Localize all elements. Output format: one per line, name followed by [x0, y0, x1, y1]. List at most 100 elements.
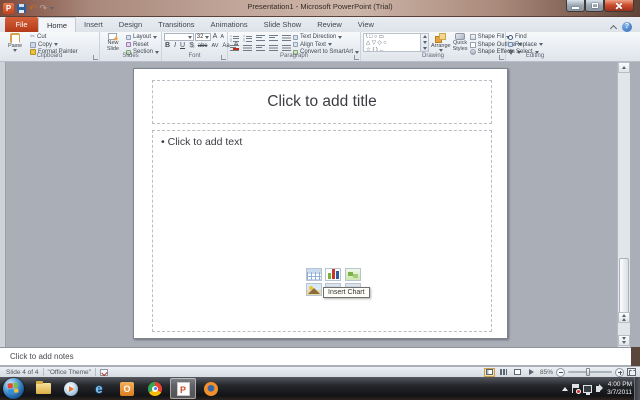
insert-chart-icon[interactable]	[325, 268, 342, 281]
system-tray: 4:00 PM 3/7/2011	[562, 378, 632, 399]
align-text-button[interactable]: Align Text	[293, 42, 359, 49]
bullets-icon[interactable]	[230, 35, 239, 42]
italic-button[interactable]: I	[173, 42, 177, 50]
slides-pane-collapsed[interactable]	[0, 62, 6, 347]
font-dialog-launcher-icon[interactable]	[221, 55, 226, 60]
shrink-font-button[interactable]: A	[219, 33, 225, 41]
notes-pane[interactable]: Click to add notes	[0, 347, 631, 366]
slide-sorter-view-button[interactable]	[498, 368, 509, 377]
align-right-icon[interactable]	[256, 45, 265, 52]
align-center-icon[interactable]	[243, 45, 252, 52]
text-direction-button[interactable]: Text Direction	[293, 34, 359, 41]
start-button[interactable]	[3, 378, 24, 399]
paste-button[interactable]: Paste	[2, 33, 28, 52]
font-size-combo[interactable]: 32	[194, 33, 211, 41]
paragraph-dialog-launcher-icon[interactable]	[354, 55, 359, 60]
scroll-up-button[interactable]	[618, 62, 630, 73]
taskbar-outlook-button[interactable]: O	[114, 378, 140, 399]
increase-indent-icon[interactable]	[269, 35, 278, 42]
zoom-slider[interactable]	[568, 368, 612, 376]
bold-button[interactable]: B	[164, 42, 171, 50]
taskbar-explorer-button[interactable]	[30, 378, 56, 399]
restore-icon	[591, 3, 598, 8]
minimize-button[interactable]	[566, 0, 585, 12]
volume-icon[interactable]	[596, 384, 604, 392]
replace-label: Replace	[515, 41, 538, 48]
help-icon[interactable]: ?	[622, 22, 632, 32]
strikethrough-button[interactable]: abc	[197, 42, 209, 50]
justify-icon[interactable]	[269, 45, 278, 52]
font-name-combo[interactable]	[164, 33, 194, 41]
vertical-scrollbar[interactable]	[617, 62, 630, 347]
next-slide-icon-2	[622, 341, 626, 344]
insert-table-icon[interactable]	[306, 268, 322, 281]
slide-sorter-icon	[499, 369, 507, 375]
previous-slide-button[interactable]	[618, 312, 630, 323]
numbering-icon[interactable]	[243, 35, 252, 42]
clipboard-dialog-launcher-icon[interactable]	[93, 55, 98, 60]
tab-transitions[interactable]: Transitions	[150, 17, 202, 32]
next-slide-button[interactable]	[618, 335, 630, 346]
cut-button[interactable]: ✂ Cut	[30, 34, 78, 41]
minimize-ribbon-icon[interactable]	[610, 25, 617, 30]
arrange-button[interactable]: Arrange	[431, 33, 451, 52]
taskbar-media-player-button[interactable]	[58, 378, 84, 399]
taskbar-powerpoint-button[interactable]: P	[170, 378, 196, 399]
insert-smartart-icon[interactable]	[344, 268, 361, 281]
bullet-glyph: •	[161, 136, 165, 148]
tab-design[interactable]: Design	[111, 17, 150, 32]
tab-slide-show[interactable]: Slide Show	[256, 17, 310, 32]
content-placeholder[interactable]: • Click to add text Insert Chart	[152, 130, 492, 332]
taskbar-firefox-button[interactable]	[198, 378, 224, 399]
columns-icon[interactable]	[282, 45, 291, 52]
show-hidden-icons-button[interactable]	[562, 386, 569, 391]
find-button[interactable]: Find	[508, 34, 543, 41]
slide-show-button[interactable]	[526, 368, 537, 377]
tab-animations[interactable]: Animations	[203, 17, 256, 32]
close-button[interactable]	[604, 0, 634, 12]
normal-view-button[interactable]	[483, 367, 495, 377]
show-desktop-button[interactable]	[634, 377, 640, 400]
decrease-indent-icon[interactable]	[256, 35, 265, 42]
grow-font-button[interactable]: A	[212, 33, 219, 41]
gallery-more-icon[interactable]	[422, 46, 427, 50]
copy-button[interactable]: Copy	[30, 42, 78, 49]
network-icon[interactable]	[583, 384, 593, 395]
gallery-down-icon[interactable]	[422, 40, 427, 44]
gallery-up-icon[interactable]	[422, 35, 427, 39]
fit-to-window-button[interactable]	[627, 368, 636, 376]
zoom-out-button[interactable]	[556, 367, 565, 377]
tab-home[interactable]: Home	[38, 17, 77, 32]
clock[interactable]: 4:00 PM 3/7/2011	[607, 381, 632, 397]
title-bar[interactable]: P ↶ ↷ Presentation1 - Microsoft PowerPoi…	[0, 0, 640, 17]
tab-review[interactable]: Review	[309, 17, 350, 32]
replace-button[interactable]: Replace	[508, 41, 544, 49]
slide[interactable]: Click to add title • Click to add text I…	[133, 68, 508, 339]
spell-check-icon[interactable]	[99, 368, 108, 376]
tab-insert[interactable]: Insert	[76, 17, 111, 32]
scrollbar-thumb[interactable]	[619, 258, 629, 318]
zoom-in-button[interactable]	[615, 367, 624, 377]
taskbar-internet-explorer-button[interactable]: e	[86, 378, 112, 399]
zoom-slider-thumb[interactable]	[586, 368, 590, 376]
underline-button[interactable]: U	[179, 42, 186, 50]
restore-button[interactable]	[585, 0, 604, 12]
tab-file[interactable]: File	[5, 17, 38, 32]
new-slide-button[interactable]: New Slide	[102, 33, 124, 52]
title-placeholder[interactable]: Click to add title	[152, 80, 492, 124]
reading-view-button[interactable]	[512, 368, 523, 377]
quick-styles-button[interactable]: Quick Styles	[453, 33, 468, 52]
tab-view[interactable]: View	[350, 17, 382, 32]
insert-picture-icon[interactable]	[306, 283, 322, 296]
line-spacing-icon[interactable]	[282, 35, 291, 42]
title-placeholder-text: Click to add title	[267, 93, 377, 110]
character-spacing-button[interactable]: AV	[210, 42, 219, 50]
reset-button[interactable]: Reset	[125, 42, 159, 49]
taskbar-chrome-button[interactable]	[142, 378, 168, 399]
layout-button[interactable]: Layout	[125, 34, 159, 41]
action-center-icon[interactable]	[572, 384, 582, 394]
text-shadow-button[interactable]: S	[188, 42, 195, 50]
align-left-icon[interactable]	[230, 45, 239, 52]
shapes-gallery[interactable]: \ □ ○ ▭ △ ▽ ◇ ○ ☆ ( ) ←	[363, 33, 421, 52]
drawing-dialog-launcher-icon[interactable]	[499, 55, 504, 60]
